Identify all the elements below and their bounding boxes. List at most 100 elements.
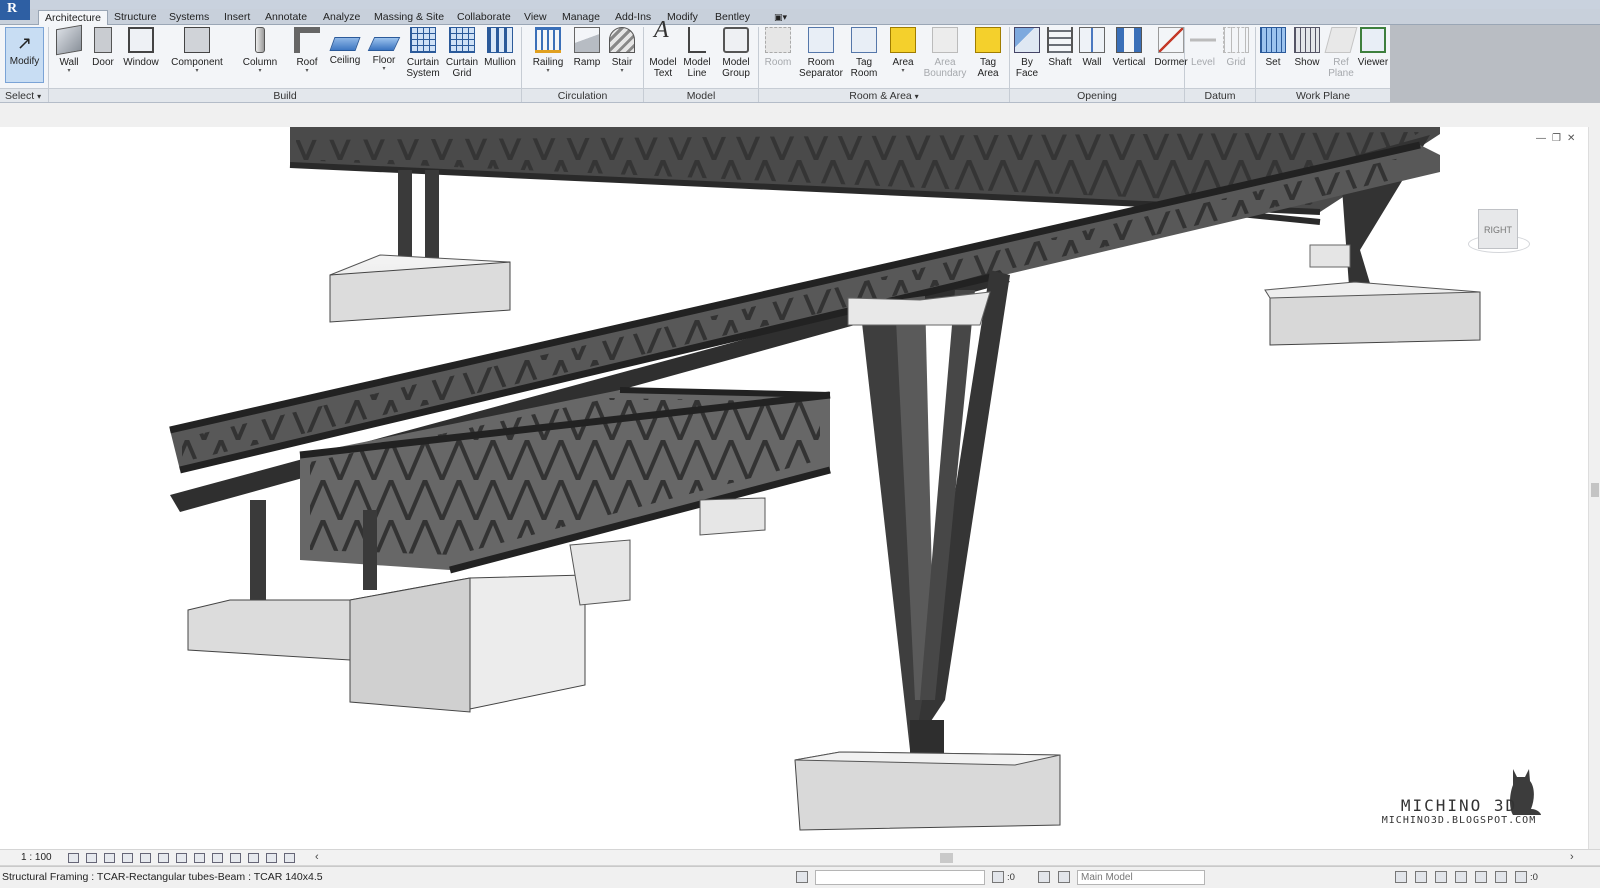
temporary-view-properties-icon[interactable] [266, 853, 277, 863]
ceiling-button[interactable]: Ceiling [326, 27, 364, 89]
model-group-button[interactable]: Model Group [716, 27, 756, 89]
temporary-hide-icon[interactable] [212, 853, 223, 863]
view-cube[interactable]: RIGHT [1468, 205, 1530, 265]
model-line-button[interactable]: Model Line [680, 27, 714, 89]
editing-requests-icon[interactable] [992, 871, 1004, 883]
tab-structure[interactable]: Structure [108, 10, 163, 25]
roof-button[interactable]: Roof ▾ [290, 27, 324, 89]
select-underlay-icon[interactable] [1415, 871, 1427, 883]
set-work-plane-button[interactable]: Set [1258, 27, 1288, 89]
room-separator-button[interactable]: Room Separator [796, 27, 846, 89]
model-text-button[interactable]: ModelText [647, 25, 679, 89]
analytical-model-icon[interactable] [284, 853, 295, 863]
shaft-button[interactable]: Shaft [1043, 27, 1077, 89]
workset-combo[interactable] [815, 870, 985, 885]
door-icon [94, 27, 112, 53]
minimize-view-icon[interactable]: — [1536, 133, 1546, 144]
vertical-scrollbar[interactable] [1588, 127, 1600, 849]
tab-manage[interactable]: Manage [556, 10, 606, 25]
door-button[interactable]: Door [88, 27, 118, 89]
sun-path-icon[interactable] [104, 853, 115, 863]
modify-button[interactable]: ↗ Modify [5, 27, 44, 83]
tab-systems[interactable]: Systems [163, 10, 215, 25]
select-panel-dropdown[interactable]: Select ▾ [0, 88, 48, 102]
by-face-button[interactable]: By Face [1012, 27, 1042, 89]
window-button[interactable]: Window [120, 27, 162, 89]
horizontal-scroll-thumb[interactable] [940, 853, 953, 863]
tag-room-button[interactable]: Tag Room [847, 27, 881, 89]
ramp-button[interactable]: Ramp [570, 27, 604, 89]
restore-view-icon[interactable]: ❐ [1552, 133, 1561, 144]
tab-annotate[interactable]: Annotate [259, 10, 313, 25]
design-options-icon[interactable] [1038, 871, 1050, 883]
tab-massing-site[interactable]: Massing & Site [368, 10, 450, 25]
visual-style-icon[interactable] [86, 853, 97, 863]
design-option-combo[interactable]: Main Model [1077, 870, 1205, 885]
tab-architecture[interactable]: Architecture [38, 10, 109, 25]
scroll-left-icon[interactable]: ‹ [315, 851, 319, 863]
upper-left-pier [329, 170, 511, 323]
level-button[interactable]: Level [1187, 27, 1219, 89]
detail-level-icon[interactable] [68, 853, 79, 863]
grid-label: Grid [1226, 57, 1246, 68]
drag-elements-icon[interactable] [1475, 871, 1487, 883]
tab-view[interactable]: View [518, 10, 553, 25]
worksharing-display-icon[interactable] [248, 853, 259, 863]
close-view-icon[interactable]: ✕ [1567, 133, 1575, 144]
show-work-plane-button[interactable]: Show [1289, 27, 1325, 89]
column-button[interactable]: Column ▾ [238, 27, 282, 89]
view-cube-face[interactable]: RIGHT [1478, 209, 1518, 249]
room-separator-icon [808, 27, 834, 53]
ref-plane-button[interactable]: Ref Plane [1324, 27, 1358, 89]
crop-view-icon[interactable] [158, 853, 169, 863]
model-text-label-1: Model [649, 57, 677, 68]
area-boundary-button[interactable]: Area Boundary [921, 27, 969, 89]
component-label: Component [171, 57, 223, 68]
wall-opening-button[interactable]: Wall [1077, 27, 1107, 89]
application-menu-button[interactable]: R [0, 0, 30, 20]
room-button[interactable]: Room [761, 27, 795, 89]
show-crop-region-icon[interactable] [176, 853, 187, 863]
tab-collaborate[interactable]: Collaborate [451, 10, 517, 25]
tab-bentley[interactable]: Bentley [709, 10, 756, 25]
view-scale[interactable]: 1 : 100 [21, 852, 52, 863]
wall-button[interactable]: Wall ▾ [52, 24, 86, 89]
viewer-button[interactable]: Viewer [1357, 27, 1389, 89]
reveal-hidden-icon[interactable] [230, 853, 241, 863]
room-area-panel-dropdown[interactable]: Room & Area ▾ [759, 88, 1009, 102]
rendering-icon[interactable] [140, 853, 151, 863]
scroll-right-icon[interactable]: › [1570, 851, 1574, 863]
floor-button[interactable]: Floor ▾ [367, 27, 401, 89]
shadows-icon[interactable] [122, 853, 133, 863]
vertical-scroll-thumb[interactable] [1591, 483, 1599, 497]
contextual-tab-toggle[interactable]: ▣▾ [768, 10, 793, 25]
vertical-opening-button[interactable]: Vertical [1108, 27, 1150, 89]
filter-icon[interactable] [1515, 871, 1527, 883]
background-processes-icon[interactable] [1495, 871, 1507, 883]
worksets-icon[interactable] [796, 871, 808, 883]
tab-add-ins[interactable]: Add-Ins [609, 10, 657, 25]
tab-insert[interactable]: Insert [218, 10, 256, 25]
select-links-icon[interactable] [1395, 871, 1407, 883]
area-button[interactable]: Area ▾ [886, 27, 920, 89]
3d-view-canvas[interactable] [0, 127, 1588, 849]
select-by-face-icon[interactable] [1455, 871, 1467, 883]
component-button[interactable]: Component ▾ [168, 27, 226, 89]
dormer-button[interactable]: Dormer [1150, 27, 1192, 89]
stair-button[interactable]: Stair ▾ [606, 27, 638, 89]
mullion-button[interactable]: Mullion [481, 27, 519, 89]
room-label: Room [764, 57, 792, 68]
roof-label: Roof [296, 57, 318, 68]
railing-button[interactable]: Railing ▾ [529, 27, 567, 89]
tab-analyze[interactable]: Analyze [317, 10, 366, 25]
design-option-set-icon[interactable] [1058, 871, 1070, 883]
lock-view-icon[interactable] [194, 853, 205, 863]
select-pinned-icon[interactable] [1435, 871, 1447, 883]
curtain-system-button[interactable]: Curtain System [404, 27, 442, 89]
status-text: Structural Framing : TCAR-Rectangular tu… [2, 871, 323, 883]
tag-area-button[interactable]: Tag Area [971, 27, 1005, 89]
curtain-grid-button[interactable]: Curtain Grid [444, 27, 480, 89]
opening-panel-label: Opening [1010, 88, 1184, 102]
tag-area-label-1: Tag [979, 57, 997, 68]
grid-button[interactable]: Grid [1220, 27, 1252, 89]
